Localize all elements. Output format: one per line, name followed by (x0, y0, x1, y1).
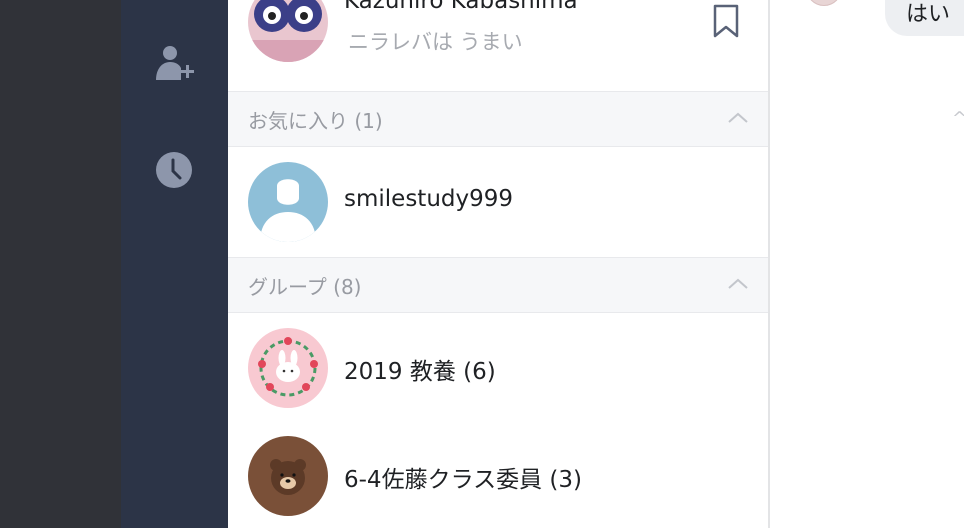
chat-avatar (806, 0, 842, 6)
friend-name: smilestudy999 (344, 186, 514, 212)
favorites-section-title: お気に入り (1) (248, 109, 383, 133)
add-friend-icon[interactable] (152, 42, 196, 86)
message-bubble[interactable]: はい (885, 0, 964, 36)
group-avatar (248, 436, 328, 516)
profile-name: Kazuhiro Kabashima (344, 0, 578, 14)
bookmark-icon[interactable] (712, 4, 740, 38)
groups-section-title: グループ (8) (248, 275, 362, 299)
friend-list-panel: Kazuhiro Kabashima ニラレバは うまい お気に入り (1) s… (228, 0, 768, 528)
profile-status-message: ニラレバは うまい (348, 30, 523, 54)
chevron-up-icon[interactable] (726, 110, 750, 126)
profile-row[interactable]: Kazuhiro Kabashima ニラレバは うまい (228, 0, 768, 91)
favorites-section-header[interactable]: お気に入り (1) (228, 91, 768, 147)
group-name: 2019 教養 (6) (344, 359, 496, 385)
list-item[interactable]: 2019 教養 (6) (228, 313, 768, 421)
chevron-up-icon[interactable] (726, 276, 750, 292)
group-avatar (248, 328, 328, 408)
message-text: はい (906, 2, 951, 27)
truncated-text: ^ (952, 108, 964, 129)
list-item[interactable]: smilestudy999 (228, 147, 768, 257)
default-avatar (248, 162, 328, 242)
list-item[interactable]: 6-4佐藤クラス委員 (3) (228, 421, 768, 529)
groups-section-header[interactable]: グループ (8) (228, 257, 768, 313)
profile-avatar[interactable] (248, 0, 328, 62)
group-name: 6-4佐藤クラス委員 (3) (344, 467, 582, 493)
desktop-background (0, 0, 121, 528)
chat-panel: はい ^ (770, 0, 964, 528)
clock-icon[interactable] (152, 148, 196, 192)
